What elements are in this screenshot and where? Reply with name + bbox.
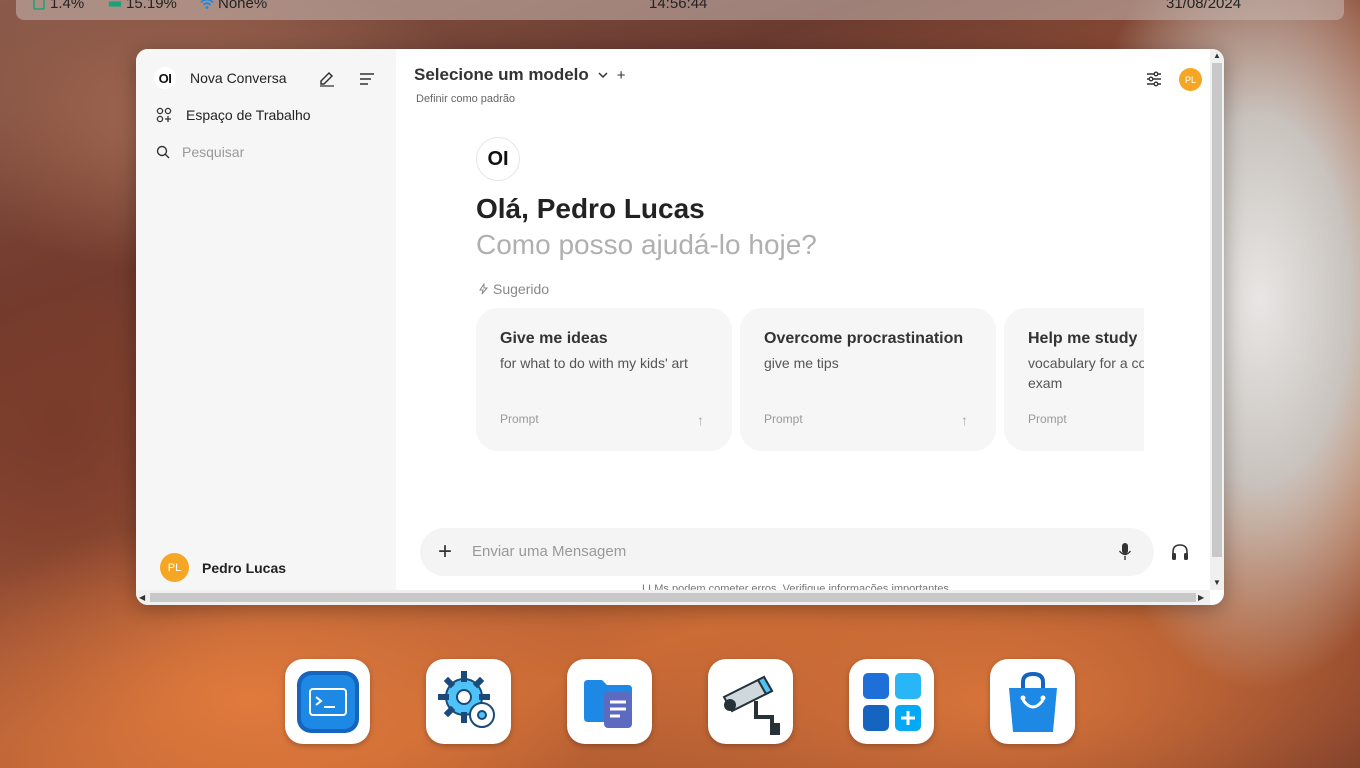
cpu-indicator: 1.4% (32, 0, 84, 12)
lightning-icon (479, 283, 489, 295)
date: 31/08/2024 (1166, 0, 1242, 12)
card-title: Help me study (1028, 330, 1138, 347)
user-name: Pedro Lucas (202, 559, 287, 576)
store-app-icon[interactable] (990, 659, 1075, 744)
workspace-label: Espaço de Trabalho (186, 107, 311, 123)
settings-sliders-icon[interactable] (1145, 70, 1163, 88)
camera-app-icon[interactable] (708, 659, 793, 744)
card-tag: Prompt (764, 412, 803, 426)
microphone-icon[interactable] (1118, 542, 1132, 562)
message-bar: + Enviar uma Mensagem (420, 528, 1154, 576)
terminal-icon (296, 670, 359, 733)
message-input[interactable]: Enviar uma Mensagem (472, 543, 626, 560)
apps-grid-icon[interactable] (849, 659, 934, 744)
user-profile[interactable]: PL Pedro Lucas (160, 553, 286, 582)
scroll-down-arrow[interactable]: ▼ (1213, 578, 1221, 587)
card-subtitle: give me tips (764, 355, 839, 371)
search-field[interactable]: Pesquisar (156, 144, 244, 160)
model-logo: OI (476, 137, 520, 181)
set-default-link[interactable]: Definir como padrão (416, 93, 515, 105)
horizontal-scroll-thumb[interactable] (150, 593, 1196, 602)
header-avatar[interactable]: PL (1179, 68, 1202, 91)
edit-icon[interactable] (318, 70, 336, 88)
gear-icon (437, 670, 495, 728)
suggested-label: Sugerido (478, 281, 549, 297)
vertical-scrollbar[interactable]: ▲ ▼ (1210, 49, 1224, 590)
workspace-item[interactable]: Espaço de Trabalho (156, 107, 311, 123)
terminal-app-icon[interactable] (285, 659, 370, 744)
suggestion-card[interactable]: Give me ideas for what to do with my kid… (476, 308, 732, 451)
headphones-icon[interactable] (1170, 542, 1190, 562)
add-model-icon[interactable]: + (617, 67, 626, 84)
model-selector[interactable]: Selecione um modelo + (414, 65, 626, 85)
menu-icon[interactable] (358, 71, 376, 87)
suggestion-card[interactable]: Overcome procrastination give me tips Pr… (740, 308, 996, 451)
card-subtitle: vocabulary for a college entrance exam (1028, 355, 1144, 391)
ram-icon (108, 0, 122, 7)
shopping-bag-icon (1008, 671, 1057, 732)
app-logo: OI (154, 67, 176, 89)
search-icon (156, 145, 170, 159)
scroll-right-arrow[interactable]: ▶ (1198, 593, 1204, 602)
chevron-down-icon (598, 72, 608, 79)
wifi-icon (200, 0, 214, 9)
folder-document-icon (583, 679, 632, 728)
security-camera-icon (722, 675, 780, 735)
greeting: Olá, Pedro Lucas (476, 193, 705, 224)
avatar: PL (160, 553, 189, 582)
clock: 14:56:44 (649, 0, 708, 12)
arrow-up-icon: ↑ (697, 412, 704, 428)
card-tag: Prompt (500, 412, 539, 426)
scroll-up-arrow[interactable]: ▲ (1213, 51, 1221, 60)
cpu-value: 1.4% (50, 0, 85, 12)
top-status-bar: 1.4% 15.19% None% 14:56:44 31/08/2024 (16, 0, 1344, 20)
wifi-indicator: None% (200, 0, 267, 12)
suggestion-card[interactable]: Help me study vocabulary for a college e… (1004, 308, 1144, 451)
horizontal-scrollbar[interactable]: ◀ ▶ (136, 590, 1210, 605)
ram-indicator: 15.19% (108, 0, 177, 12)
chat-main: Selecione um modelo + Definir como padrã… (396, 49, 1210, 595)
model-select-label: Selecione um modelo (414, 65, 589, 84)
scroll-left-arrow[interactable]: ◀ (139, 593, 145, 602)
new-chat-row[interactable]: OI Nova Conversa (154, 67, 390, 89)
files-app-icon[interactable] (567, 659, 652, 744)
search-placeholder: Pesquisar (182, 144, 245, 160)
suggested-text: Sugerido (493, 281, 550, 297)
card-tag: Prompt (1028, 412, 1067, 426)
card-title: Give me ideas (500, 330, 608, 347)
workspace-icon (156, 107, 172, 123)
sidebar: OI Nova Conversa Espaço de Trabalho Pesq… (136, 49, 396, 590)
card-title: Overcome procrastination (764, 330, 964, 347)
open-webui-window: OI Nova Conversa Espaço de Trabalho Pesq… (136, 49, 1224, 605)
wifi-value: None% (218, 0, 268, 12)
subgreeting: Como posso ajudá-lo hoje? (476, 229, 817, 260)
settings-app-icon[interactable] (426, 659, 511, 744)
new-chat-label: Nova Conversa (190, 70, 287, 86)
arrow-up-icon: ↑ (961, 412, 968, 428)
ram-value: 15.19% (126, 0, 177, 12)
vertical-scroll-thumb[interactable] (1212, 63, 1222, 557)
suggestion-cards: Give me ideas for what to do with my kid… (476, 308, 1144, 452)
cpu-icon (33, 0, 45, 10)
attach-plus-icon[interactable]: + (438, 538, 452, 566)
apps-grid-glyph-icon (862, 672, 921, 731)
card-subtitle: for what to do with my kids' art (500, 355, 688, 371)
